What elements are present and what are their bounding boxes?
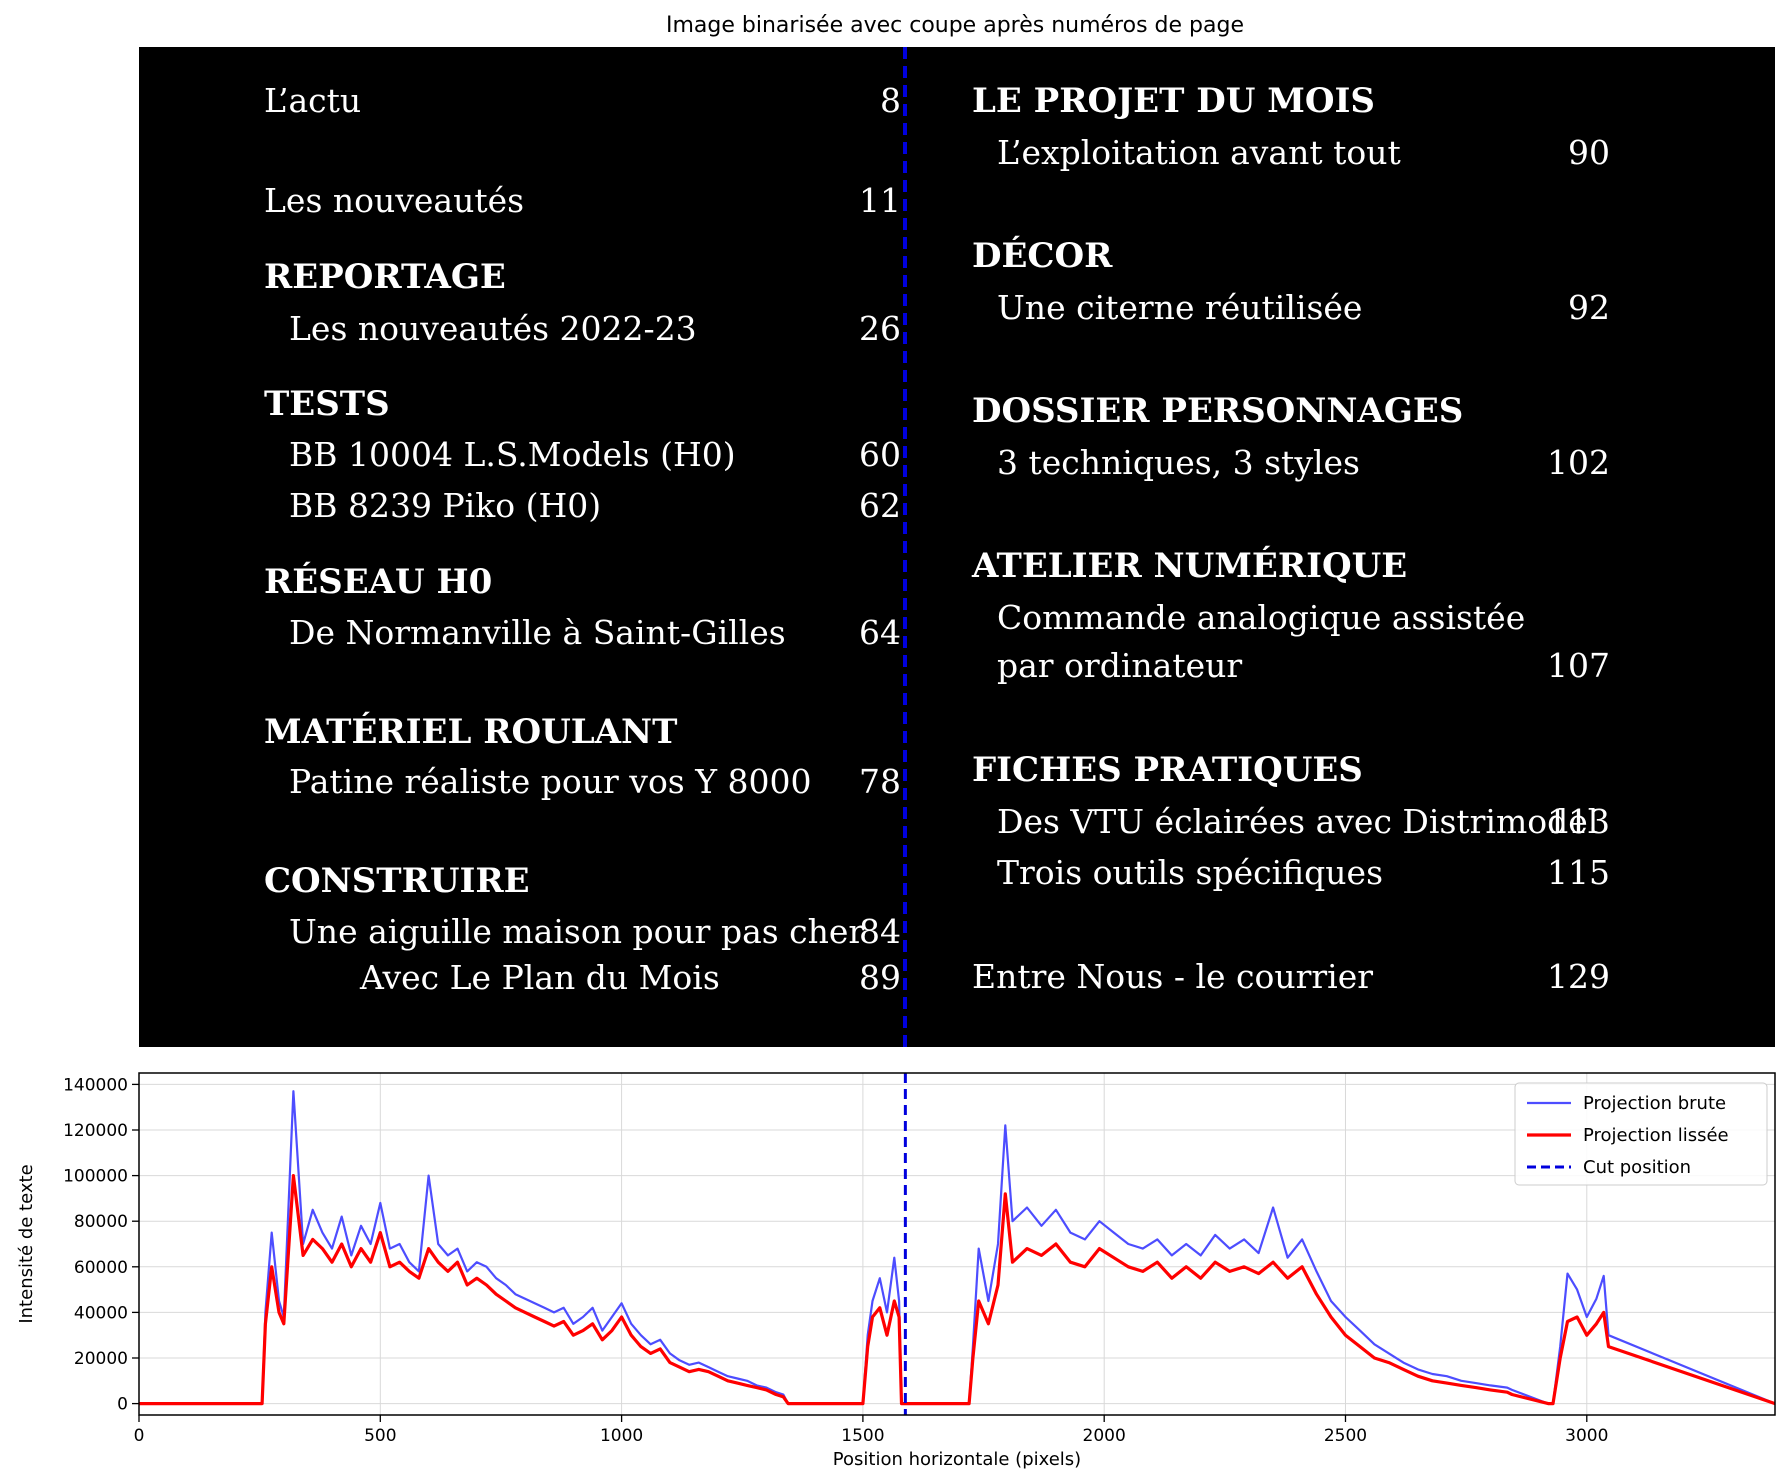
- toc-page-number: 102: [1547, 443, 1610, 482]
- legend: Projection brute Projection lissée Cut pos…: [1514, 1082, 1768, 1186]
- toc-page-number: 129: [1547, 957, 1610, 996]
- toc-page-number: 107: [1547, 646, 1610, 685]
- toc-page-number: 89: [859, 958, 901, 997]
- toc-heading: CONSTRUIRE: [264, 861, 530, 901]
- toc-page-number: 8: [880, 81, 901, 120]
- toc-page-number: 115: [1547, 853, 1610, 892]
- toc-heading: TESTS: [264, 384, 390, 424]
- toc-page-number: 62: [859, 486, 901, 525]
- toc-page-number: 60: [859, 435, 901, 474]
- projection-plot: 0 500 1000 1500 2000 2500 3000 0 20000 40000 6000…: [16, 1072, 1776, 1470]
- toc-entry-title: Une aiguille maison pour pas cher: [289, 912, 864, 951]
- toc-entry-title: Avec Le Plan du Mois: [359, 958, 720, 997]
- toc-entry-title: Commande analogique assistée: [997, 598, 1525, 637]
- toc-page-number: 90: [1568, 133, 1610, 172]
- toc-page-number: 11: [859, 181, 901, 220]
- toc-page-number: 64: [859, 613, 901, 652]
- toc-entry-title: par ordinateur: [997, 646, 1242, 685]
- x-axis-label: Position horizontale (pixels): [833, 1449, 1081, 1470]
- toc-entry-title: De Normanville à Saint-Gilles: [289, 613, 786, 652]
- y-axis-label: Intensité de texte: [16, 1164, 37, 1323]
- legend-label: Projection lissée: [1583, 1125, 1729, 1146]
- toc-entry-title: BB 8239 Piko (H0): [289, 486, 601, 525]
- toc-entry-title: Des VTU éclairées avec Distrimodel: [997, 802, 1598, 841]
- x-axis-ticks: 0 500 1000 1500 2000 2500 3000: [134, 1415, 1608, 1446]
- toc-page-number: 26: [859, 309, 901, 348]
- toc-entry-title: Les nouveautés: [264, 181, 524, 220]
- toc-heading: MATÉRIEL ROULANT: [264, 711, 677, 752]
- toc-heading: FICHES PRATIQUES: [972, 750, 1363, 790]
- y-tick-label: 120000: [63, 1121, 128, 1141]
- toc-entry-title: Trois outils spécifiques: [997, 853, 1383, 892]
- toc-entry-title: L’actu: [264, 81, 361, 120]
- toc-entry-title: 3 techniques, 3 styles: [997, 443, 1360, 482]
- x-tick-label: 2500: [1324, 1426, 1367, 1446]
- toc-entry-title: Entre Nous - le courrier: [972, 957, 1373, 996]
- toc-entry-title: L’exploitation avant tout: [997, 133, 1401, 172]
- toc-heading: REPORTAGE: [264, 257, 506, 297]
- toc-entry-title: Patine réaliste pour vos Y 8000: [289, 762, 812, 801]
- binarized-image-panel: L’actu 8 Les nouveautés 11 REPORTAGE Les nouv…: [139, 47, 1775, 1047]
- toc-entry-title: Les nouveautés 2022-23: [289, 309, 697, 348]
- toc-entry-title: BB 10004 L.S.Models (H0): [289, 435, 736, 474]
- y-tick-label: 20000: [74, 1349, 128, 1369]
- x-tick-label: 500: [364, 1426, 396, 1446]
- toc-heading: RÉSEAU H0: [264, 561, 492, 602]
- toc-heading: LE PROJET DU MOIS: [972, 81, 1375, 121]
- toc-page-number: 92: [1568, 288, 1610, 327]
- toc-page-number: 78: [859, 762, 901, 801]
- toc-heading: ATELIER NUMÉRIQUE: [971, 545, 1407, 586]
- toc-heading: DOSSIER PERSONNAGES: [972, 391, 1463, 431]
- smoothed-projection-line: [139, 1173, 1776, 1406]
- y-tick-label: 0: [117, 1395, 128, 1415]
- toc-entry-title: Une citerne réutilisée: [997, 288, 1362, 327]
- y-axis-ticks: 0 20000 40000 60000 80000 100000 120000 140000: [63, 1075, 139, 1415]
- legend-label: Cut position: [1583, 1157, 1691, 1178]
- x-tick-label: 1000: [600, 1426, 643, 1446]
- y-tick-label: 40000: [74, 1303, 128, 1323]
- toc-page-number: 84: [859, 912, 901, 951]
- toc-page-number: 113: [1547, 802, 1610, 841]
- x-tick-label: 0: [134, 1426, 145, 1446]
- figure: Image binarisée avec coupe après numéros…: [16, 13, 1776, 1470]
- toc-heading: DÉCOR: [972, 235, 1113, 276]
- y-tick-label: 100000: [63, 1167, 128, 1187]
- y-tick-label: 80000: [74, 1212, 128, 1232]
- figure-title: Image binarisée avec coupe après numéros…: [666, 13, 1244, 38]
- legend-label: Projection brute: [1583, 1093, 1726, 1114]
- x-tick-label: 1500: [841, 1426, 884, 1446]
- x-tick-label: 3000: [1565, 1426, 1608, 1446]
- y-tick-label: 140000: [63, 1075, 128, 1095]
- y-tick-label: 60000: [74, 1258, 128, 1278]
- x-tick-label: 2000: [1083, 1426, 1126, 1446]
